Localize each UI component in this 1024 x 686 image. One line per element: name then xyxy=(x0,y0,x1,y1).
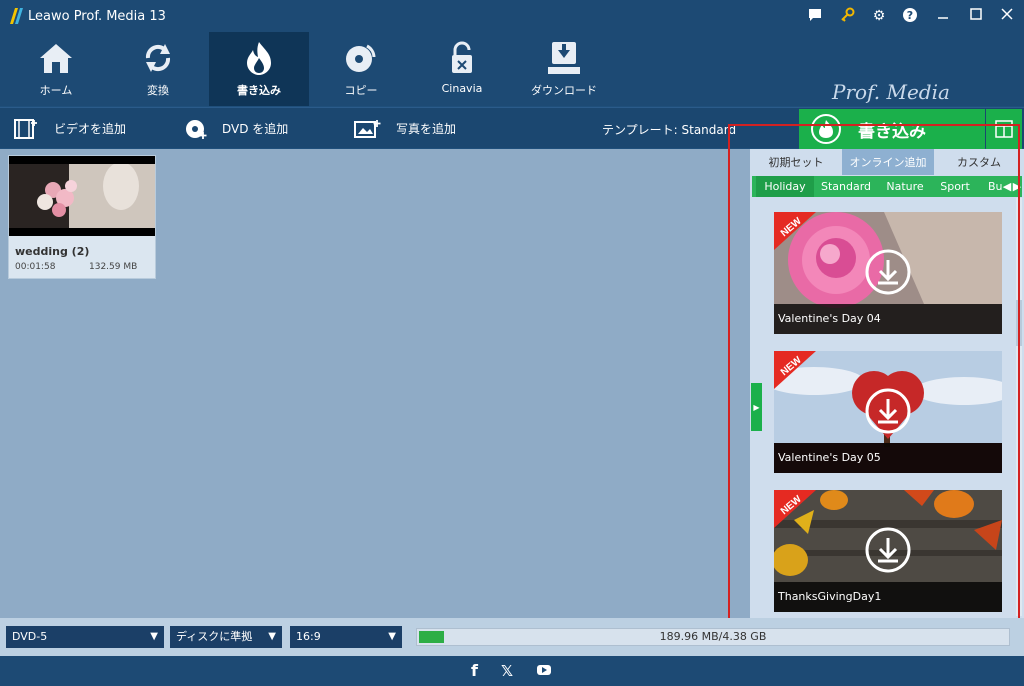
panel-collapse-handle[interactable]: ▶ xyxy=(751,383,762,431)
add-video-button[interactable]: ビデオを追加 xyxy=(14,108,126,149)
nav-download[interactable]: ダウンロード xyxy=(514,32,614,106)
disc-usage-text: 189.96 MB/4.38 GB xyxy=(659,630,767,643)
video-duration: 00:01:58 xyxy=(15,262,56,272)
category-holiday[interactable]: Holiday xyxy=(756,176,814,197)
maximize-icon[interactable] xyxy=(967,7,985,25)
category-business[interactable]: Bu xyxy=(978,176,1004,197)
category-standard[interactable]: Standard xyxy=(816,176,876,197)
layout-icon xyxy=(995,120,1013,138)
footer: f 𝕏 xyxy=(0,656,1024,686)
quality-select[interactable]: ディスクに準拠 ▼ xyxy=(170,626,282,648)
photo-add-icon xyxy=(354,119,381,138)
video-item[interactable]: wedding (2) 00:01:58 132.59 MB xyxy=(8,155,156,279)
video-list-area: wedding (2) 00:01:58 132.59 MB xyxy=(0,149,750,618)
template-tabs: 初期セット オンライン追加 カスタム xyxy=(752,149,1022,175)
close-icon[interactable] xyxy=(998,7,1016,25)
convert-icon xyxy=(145,44,171,72)
template-title: Valentine's Day 05 xyxy=(774,443,1002,473)
add-dvd-button[interactable]: DVD を追加 xyxy=(184,108,288,149)
nav-burn[interactable]: 書き込み xyxy=(209,32,309,106)
facebook-icon[interactable]: f xyxy=(471,662,478,680)
category-bar: Holiday Standard Nature Sport Bu ◀ ▶ xyxy=(752,176,1022,197)
help-icon[interactable]: ? xyxy=(901,7,919,25)
template-title: Valentine's Day 04 xyxy=(774,304,1002,334)
minimize-icon[interactable] xyxy=(934,7,952,25)
category-prev-arrow[interactable]: ◀ xyxy=(1002,176,1012,197)
aspect-select[interactable]: 16:9 ▼ xyxy=(290,626,402,648)
youtube-icon[interactable] xyxy=(536,662,552,680)
video-size: 132.59 MB xyxy=(89,262,138,272)
disc-icon xyxy=(346,44,376,72)
category-nature[interactable]: Nature xyxy=(878,176,932,197)
gear-icon[interactable]: ⚙ xyxy=(870,7,888,25)
panel-scroll-thumb[interactable] xyxy=(1016,300,1022,346)
category-next-arrow[interactable]: ▶ xyxy=(1012,176,1022,197)
template-card[interactable]: NEW Valentine's Day 05 xyxy=(774,351,1002,473)
nav-cinavia[interactable]: Cinavia xyxy=(412,32,512,106)
title-bar: Leawo Prof. Media 13 ⚙ ? xyxy=(0,0,1024,32)
template-card[interactable]: NEW ThanksGivingDay1 xyxy=(774,490,1002,612)
video-thumbnail xyxy=(9,156,155,236)
key-icon[interactable] xyxy=(838,7,856,25)
app-title: Leawo Prof. Media 13 xyxy=(28,9,166,24)
template-label: テンプレート: Standard xyxy=(602,123,737,137)
flame-icon xyxy=(247,42,271,75)
template-card[interactable]: NEW Valentine's Day 04 xyxy=(774,212,1002,334)
tab-custom[interactable]: カスタム xyxy=(936,149,1022,175)
unlock-icon xyxy=(452,41,472,73)
tab-online[interactable]: オンライン追加 xyxy=(842,149,934,175)
video-name: wedding (2) xyxy=(15,245,90,258)
x-icon[interactable]: 𝕏 xyxy=(501,662,513,680)
layout-toggle-button[interactable] xyxy=(986,109,1022,149)
app-logo-icon xyxy=(10,8,23,24)
burn-button[interactable]: 書き込み xyxy=(799,109,985,149)
tab-preset[interactable]: 初期セット xyxy=(752,149,840,175)
panel-scrollbar[interactable] xyxy=(1016,198,1022,616)
add-photo-button[interactable]: 写真を追加 xyxy=(354,108,456,149)
bottom-bar: DVD-5 ▼ ディスクに準拠 ▼ 16:9 ▼ 189.96 MB/4.38 GB xyxy=(0,618,1024,656)
template-title: ThanksGivingDay1 xyxy=(774,582,1002,612)
flame-circle-icon xyxy=(811,114,841,144)
disc-type-select[interactable]: DVD-5 ▼ xyxy=(6,626,164,648)
main-nav: ホーム 変換 書き込み コピー Cinavia ダウンロード Prof. Med… xyxy=(0,32,1024,125)
message-icon[interactable] xyxy=(806,7,824,25)
chevron-down-icon: ▼ xyxy=(388,631,396,642)
dvd-add-icon xyxy=(186,119,207,139)
nav-home[interactable]: ホーム xyxy=(6,32,106,106)
nav-copy[interactable]: コピー xyxy=(311,32,411,106)
svg-text:?: ? xyxy=(907,9,913,22)
chevron-down-icon: ▼ xyxy=(268,631,276,642)
category-sport[interactable]: Sport xyxy=(934,176,976,197)
chevron-down-icon: ▼ xyxy=(150,631,158,642)
home-icon xyxy=(40,44,72,73)
nav-convert[interactable]: 変換 xyxy=(108,32,208,106)
film-add-icon xyxy=(14,118,37,139)
disc-usage-bar: 189.96 MB/4.38 GB xyxy=(416,628,1010,646)
download-icon xyxy=(548,42,580,74)
